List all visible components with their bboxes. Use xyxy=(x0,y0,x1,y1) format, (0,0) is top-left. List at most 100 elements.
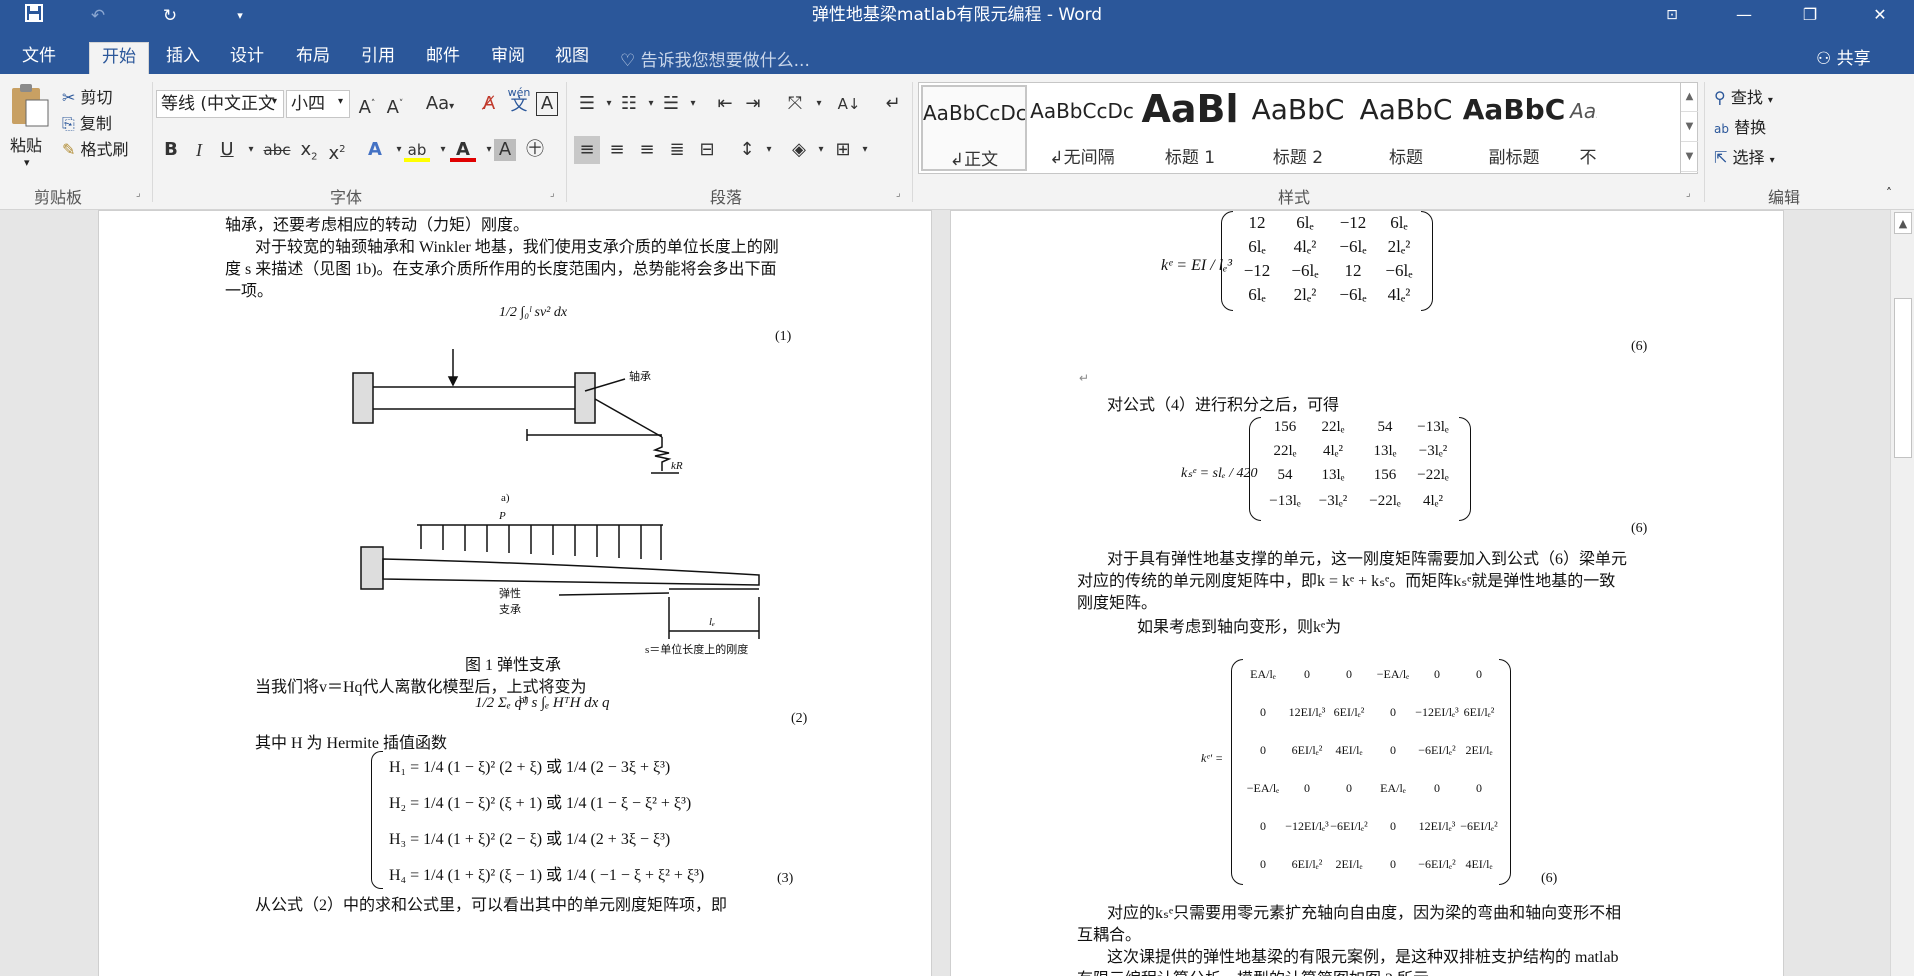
page-left[interactable]: 轴承，还要考虑相应的转动（力矩）刚度。 对于较宽的轴颈轴承和 Winkler 地… xyxy=(98,210,932,976)
change-case-button[interactable]: Aa▾ xyxy=(418,90,462,118)
font-group-label: 字体 xyxy=(330,188,363,207)
tab-home[interactable]: 开始 xyxy=(89,42,149,74)
tab-references[interactable]: 引用 xyxy=(349,42,407,74)
show-marks-icon[interactable]: ↵ xyxy=(880,90,906,118)
scroll-thumb[interactable] xyxy=(1894,298,1912,458)
tab-design[interactable]: 设计 xyxy=(218,42,276,74)
brace xyxy=(371,751,383,889)
more-icon[interactable]: ▼ xyxy=(1681,142,1698,172)
underline-icon[interactable]: U xyxy=(214,136,240,164)
copy-button[interactable]: ⎘ 复制 xyxy=(62,110,112,134)
style-title[interactable]: AaBbC 标题 xyxy=(1353,85,1459,171)
chevron-up-icon[interactable]: ▲ xyxy=(1894,212,1912,234)
format-painter-button[interactable]: ✎ 格式刷 xyxy=(62,136,129,160)
collapse-ribbon-icon[interactable]: ˄ xyxy=(1886,186,1892,200)
matrix-cell: 6lₑ xyxy=(1248,237,1266,256)
chevron-down-icon[interactable]: ▾ xyxy=(806,90,832,118)
matrix-cell: 4lₑ² xyxy=(1293,237,1317,256)
select-button[interactable]: ⇱ 选择 ▾ xyxy=(1714,144,1775,168)
matrix-cell: 0 xyxy=(1434,781,1440,795)
increase-indent-icon[interactable]: ⇥ xyxy=(740,90,766,118)
style-normal[interactable]: AaBbCcDc ↲正文 xyxy=(921,85,1027,171)
styles-scroll[interactable]: ▲ ▼ ▼ xyxy=(1680,82,1698,174)
highlight-icon[interactable]: ab xyxy=(404,136,430,162)
chevron-down-icon[interactable]: ▾ xyxy=(338,96,343,107)
tell-me-box[interactable]: ♡ 告诉我您想要做什么... xyxy=(620,46,810,71)
italic-icon[interactable]: I xyxy=(186,136,212,164)
minimize-icon[interactable]: — xyxy=(1720,0,1768,30)
phonetic-guide-icon[interactable]: wén 文 xyxy=(506,86,532,114)
chevron-down-icon[interactable]: ▾ xyxy=(680,90,706,118)
align-right-icon[interactable]: ≡ xyxy=(634,136,660,164)
subscript-icon[interactable]: x2 xyxy=(296,136,322,164)
superscript-icon[interactable]: x2 xyxy=(324,136,350,164)
font-color-icon[interactable]: A xyxy=(450,136,476,162)
text-line: 刚度矩阵。 xyxy=(1077,595,1158,612)
text-line: 对公式（4）进行积分之后，可得 xyxy=(1107,397,1340,414)
grow-font-icon[interactable]: A˄ xyxy=(354,90,380,118)
style-subtle-emphasis[interactable]: AaBbCcDc不明显强调 xyxy=(1569,85,1597,171)
tab-mailings[interactable]: 邮件 xyxy=(414,42,472,74)
sort-icon[interactable]: A↓ xyxy=(836,90,862,118)
ribbon-display-icon[interactable]: ⊡ xyxy=(1648,0,1696,30)
find-button[interactable]: ⚲ 查找 ▾ xyxy=(1714,84,1773,108)
shrink-font-icon[interactable]: A˅ xyxy=(382,90,408,118)
justify-icon[interactable]: ≣ xyxy=(664,136,690,164)
matrix-cell: 4lₑ² xyxy=(1322,443,1343,459)
style-subtitle[interactable]: AaBbC 副标题 xyxy=(1461,85,1567,171)
chevron-down-icon[interactable]: ▾ xyxy=(756,136,782,164)
enclose-characters-icon[interactable]: ㊉ xyxy=(522,136,548,164)
paragraph-mark: ↵ xyxy=(1079,371,1090,385)
replace-button[interactable]: ab 替换 xyxy=(1714,114,1766,138)
tab-insert[interactable]: 插入 xyxy=(154,42,212,74)
style-no-spacing[interactable]: AaBbCcDc ↲无间隔 xyxy=(1029,85,1135,171)
matrix-cell: −12EI/lₑ³ xyxy=(1285,819,1329,833)
restore-icon[interactable]: ❐ xyxy=(1786,0,1834,30)
font-name-combo[interactable]: 等线 (中文正文 xyxy=(156,90,284,118)
chevron-down-icon[interactable]: ▾ xyxy=(852,136,878,164)
page-right[interactable]: kᵉ = EI / lₑ³ 12 6lₑ −12 6lₑ 6lₑ 4lₑ² −6… xyxy=(950,210,1784,976)
character-shading-icon[interactable]: A xyxy=(494,139,516,161)
tab-layout[interactable]: 布局 xyxy=(284,42,342,74)
chinese-layout-icon[interactable]: ⤧ xyxy=(782,90,808,118)
chevron-down-icon[interactable]: ▾ xyxy=(24,156,30,169)
tab-review[interactable]: 审阅 xyxy=(479,42,537,74)
dialog-launcher-icon[interactable]: ⌟ xyxy=(1686,188,1691,199)
window-title: 弹性地基梁matlab有限元编程 - Word xyxy=(811,5,1103,25)
share-button[interactable]: ⚇ 共享 xyxy=(1816,44,1871,69)
dialog-launcher-icon[interactable]: ⌟ xyxy=(550,188,555,199)
style-heading-1[interactable]: AaBl 标题 1 xyxy=(1137,85,1243,171)
strikethrough-icon[interactable]: abc xyxy=(262,136,292,164)
decrease-indent-icon[interactable]: ⇤ xyxy=(712,90,738,118)
cut-button[interactable]: ✂ 剪切 xyxy=(62,84,113,108)
paste-button[interactable] xyxy=(8,82,54,136)
clear-formatting-icon[interactable]: A̸ xyxy=(476,90,502,118)
bold-icon[interactable]: B xyxy=(158,136,184,164)
chevron-down-icon[interactable]: ▼ xyxy=(1681,112,1698,142)
text-line: 当我们将v＝Hq代人离散化模型后，上式将变为 xyxy=(255,679,587,696)
tab-view[interactable]: 视图 xyxy=(543,42,601,74)
distributed-icon[interactable]: ⊟ xyxy=(694,136,720,164)
chevron-up-icon[interactable]: ▲ xyxy=(1681,82,1698,112)
close-icon[interactable]: ✕ xyxy=(1856,0,1904,30)
style-heading-2[interactable]: AaBbC 标题 2 xyxy=(1245,85,1351,171)
chevron-down-icon[interactable]: ▾ xyxy=(238,136,264,164)
text-effects-icon[interactable]: A xyxy=(362,136,388,164)
equation-2: 1/2 Σₑ qᵀ s ∫ₑ HᵀH dx q xyxy=(475,695,610,711)
clipboard-group-label: 剪贴板 xyxy=(34,188,83,207)
chevron-down-icon[interactable]: ▾ xyxy=(272,96,277,107)
matrix-cell: 6EI/lₑ² xyxy=(1333,705,1365,719)
matrix-cell: 12EI/lₑ³ xyxy=(1418,819,1456,833)
align-left-icon[interactable]: ≡ xyxy=(574,136,600,164)
align-center-icon[interactable]: ≡ xyxy=(604,136,630,164)
matrix-cell: −6EI/lₑ² xyxy=(1418,743,1456,757)
tab-file[interactable]: 文件 xyxy=(10,42,68,74)
character-border-icon[interactable]: A xyxy=(536,92,558,116)
text-line: 轴承，还要考虑相应的转动（力矩）刚度。 xyxy=(225,217,530,234)
vertical-scrollbar[interactable]: ▲ xyxy=(1890,210,1914,976)
equation-number: (1) xyxy=(775,329,792,344)
dialog-launcher-icon[interactable]: ⌟ xyxy=(896,188,901,199)
dialog-launcher-icon[interactable]: ⌟ xyxy=(136,188,141,199)
matrix-cell: −3lₑ² xyxy=(1318,493,1348,509)
ribbon-home: 粘贴 ▾ ✂ 剪切 ⎘ 复制 ✎ 格式刷 剪贴板 ⌟ 等线 (中文正文 ▾ 小四… xyxy=(0,74,1914,210)
